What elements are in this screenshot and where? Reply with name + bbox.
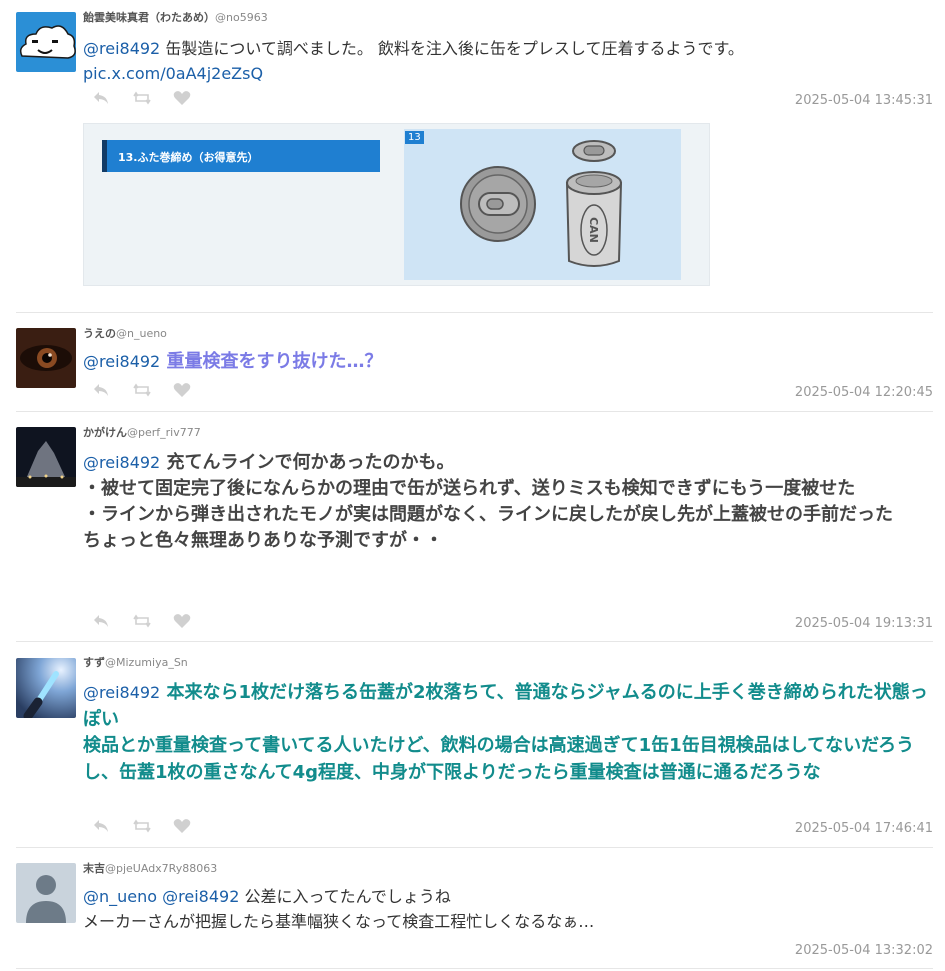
can-lid-icon: CAN [460, 140, 623, 267]
tweet-text: @n_ueno @rei8492 公差に入ってたんでしょうね メーカーさんが把握… [83, 884, 933, 934]
media-link[interactable]: pic.x.com/0aA4j2eZsQ [83, 64, 263, 83]
tweet-text: @rei8492 重量検査をすり抜けた…？ [83, 349, 933, 375]
heart-icon[interactable] [173, 382, 193, 400]
heart-icon[interactable] [173, 613, 193, 631]
light-stick-avatar-image [16, 658, 76, 718]
display-name[interactable]: うえの [83, 327, 116, 340]
divider [16, 968, 933, 969]
mention-link[interactable]: @rei8492 [83, 39, 160, 58]
heart-icon[interactable] [173, 818, 193, 836]
timestamp[interactable]: 2025-05-04 17:46:41 [795, 821, 933, 836]
user-handle[interactable]: @pjeUAdx7Ry88063 [105, 862, 217, 875]
tweet-body: 缶製造について調べました。 飲料を注入後に缶をプレスして圧着するようです。 [160, 39, 744, 58]
user-handle[interactable]: @Mizumiya_Sn [105, 656, 188, 669]
reply-icon[interactable] [92, 818, 112, 836]
tweet-header: 飴雲美味真君（わたあめ）@no5963 [83, 9, 268, 25]
tweet-text: @rei8492 缶製造について調べました。 飲料を注入後に缶をプレスして圧着す… [83, 36, 933, 61]
heart-icon[interactable] [173, 90, 193, 108]
retweet-icon[interactable] [133, 90, 153, 108]
avatar[interactable] [16, 427, 76, 487]
avatar[interactable] [16, 328, 76, 388]
tweet-header: かがけん@perf_riv777 [83, 424, 201, 440]
tweet: すず@Mizumiya_Sn @rei8492 本来なら1枚だけ落ちる缶蓋が2枚… [0, 642, 945, 847]
retweet-icon[interactable] [133, 613, 153, 631]
display-name[interactable]: 飴雲美味真君（わたあめ） [83, 11, 215, 24]
tweet-header: すず@Mizumiya_Sn [83, 654, 188, 670]
cloud-face-avatar-image [16, 12, 76, 72]
mention-link[interactable]: @rei8492 [83, 683, 160, 702]
tweet: 飴雲美味真君（わたあめ）@no5963 @rei8492 缶製造について調べまし… [0, 0, 945, 312]
avatar[interactable] [16, 12, 76, 72]
tweet-header: 末吉@pjeUAdx7Ry88063 [83, 860, 217, 876]
attached-image[interactable]: 13.ふた巻締め（お得意先） 13 CAN [83, 123, 710, 286]
tweet: うえの@n_ueno @rei8492 重量検査をすり抜けた…？ 2025-05… [0, 313, 945, 411]
mention-link[interactable]: @rei8492 [83, 453, 160, 472]
night-scene-avatar-image [16, 427, 76, 487]
panel-title-bar: 13.ふた巻締め（お得意先） [102, 140, 380, 172]
panel-title: 13.ふた巻締め（お得意先） [118, 151, 259, 164]
can-label: CAN [587, 217, 600, 243]
user-handle[interactable]: @no5963 [215, 11, 268, 24]
eye-avatar-image [16, 328, 76, 388]
retweet-icon[interactable] [133, 382, 153, 400]
timestamp[interactable]: 2025-05-04 12:20:45 [795, 385, 933, 400]
retweet-icon[interactable] [133, 818, 153, 836]
display-name[interactable]: すず [83, 656, 105, 669]
mention-link[interactable]: @n_ueno @rei8492 [83, 887, 239, 906]
tweet-header: うえの@n_ueno [83, 325, 167, 341]
tweet-body: 本来なら1枚だけ落ちる缶蓋が2枚落ちて、普通ならジャムるのに上手く巻き締められた… [83, 682, 928, 783]
reply-icon[interactable] [92, 613, 112, 631]
tweet: かがけん@perf_riv777 @rei8492 充てんラインで何かあったのか… [0, 412, 945, 641]
tweet-link-line: pic.x.com/0aA4j2eZsQ [83, 61, 933, 86]
reply-icon[interactable] [92, 382, 112, 400]
tweet-text: @rei8492 充てんラインで何かあったのかも。 ・被せて固定完了後になんらか… [83, 450, 933, 554]
display-name[interactable]: かがけん [83, 426, 127, 439]
user-handle[interactable]: @perf_riv777 [127, 426, 201, 439]
timestamp[interactable]: 2025-05-04 19:13:31 [795, 616, 933, 631]
default-avatar-image [16, 863, 76, 923]
avatar[interactable] [16, 658, 76, 718]
display-name[interactable]: 末吉 [83, 862, 105, 875]
tweet-text: @rei8492 本来なら1枚だけ落ちる缶蓋が2枚落ちて、普通ならジャムるのに上… [83, 680, 933, 786]
user-handle[interactable]: @n_ueno [116, 327, 167, 340]
can-illustration-panel: 13 CAN [404, 129, 681, 280]
tweet-body: 充てんラインで何かあったのかも。 ・被せて固定完了後になんらかの理由で缶が送られ… [83, 452, 893, 551]
timestamp[interactable]: 2025-05-04 13:45:31 [795, 93, 933, 108]
timestamp[interactable]: 2025-05-04 13:32:02 [795, 943, 933, 958]
reply-icon[interactable] [92, 90, 112, 108]
avatar[interactable] [16, 863, 76, 923]
tweet: 末吉@pjeUAdx7Ry88063 @n_ueno @rei8492 公差に入… [0, 848, 945, 968]
tweet-body: 重量検査をすり抜けた…？ [160, 351, 383, 372]
mention-link[interactable]: @rei8492 [83, 352, 160, 371]
